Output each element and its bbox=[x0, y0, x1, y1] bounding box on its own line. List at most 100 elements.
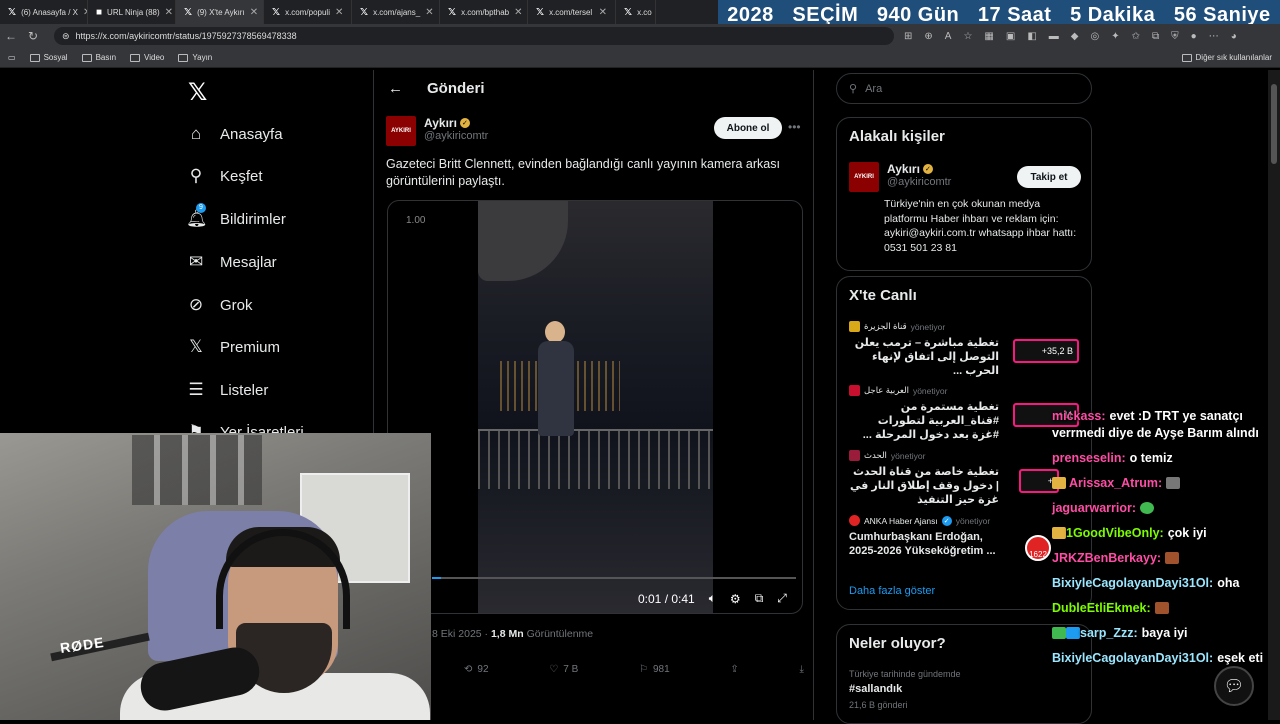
puzzle-icon[interactable]: ✦ bbox=[1111, 31, 1119, 42]
sidebar-item-home[interactable]: ⌂ Anasayfa bbox=[186, 124, 283, 144]
sidebar-item-label: Mesajlar bbox=[220, 253, 277, 271]
other-favorites-label: Diğer sık kullanılanlar bbox=[1195, 53, 1272, 62]
copilot-icon[interactable]: ◕ bbox=[1231, 31, 1237, 42]
close-icon[interactable]: ✕ bbox=[165, 7, 173, 18]
pip-icon[interactable]: ⧉ bbox=[755, 591, 764, 606]
video-time: 0:01 / 0:41 bbox=[638, 591, 695, 606]
close-icon[interactable]: ✕ bbox=[335, 7, 343, 18]
volume-icon[interactable]: 🔈︎ bbox=[709, 591, 716, 606]
chat-message: jaguarwarrior: bbox=[1052, 500, 1267, 517]
bookmark-folder-sosyal[interactable]: Sosyal bbox=[29, 53, 68, 62]
bookmark-button[interactable]: ⚐ 981 bbox=[639, 664, 670, 675]
tab-1[interactable]: ■ URL Ninja (88) ✕ bbox=[88, 0, 176, 24]
extension-icon[interactable]: ◎ bbox=[1090, 31, 1099, 42]
bookmark-folder-yayin[interactable]: Yayın bbox=[178, 53, 212, 62]
related-person[interactable]: AYKIRI Aykırı ✓ @aykiricomtr bbox=[849, 162, 951, 192]
trend-tag[interactable]: #sallandık bbox=[849, 683, 902, 695]
related-name-text: Aykırı bbox=[887, 162, 920, 176]
related-title: Alakalı kişiler bbox=[849, 128, 945, 145]
bookmark-menu-icon[interactable]: ▭ bbox=[8, 53, 16, 62]
reload-icon[interactable]: ↻ bbox=[22, 29, 44, 43]
subscribe-button[interactable]: Abone ol bbox=[714, 117, 782, 139]
shield-icon[interactable]: ⛨ bbox=[1171, 31, 1179, 42]
related-bio: Türkiye'nin en çok okunan medya platform… bbox=[884, 198, 1077, 254]
bookmark-folder-video[interactable]: Video bbox=[130, 53, 164, 62]
video-player[interactable]: 1.00 0:01 / 0:41 🔈︎ ⚙ ⧉ ⤢ bbox=[387, 200, 803, 614]
live-item-title: Cumhurbaşkanı Erdoğan, 2025-2026 Yüksekö… bbox=[849, 531, 996, 557]
tab-5[interactable]: 𝕏x.com/bpthab ✕ bbox=[440, 0, 528, 24]
author-handle[interactable]: @aykiricomtr bbox=[424, 130, 488, 142]
close-icon[interactable]: ✕ bbox=[250, 7, 258, 18]
tab-0[interactable]: 𝕏(6) Anasayfa / X✕ bbox=[0, 0, 88, 24]
playback-speed: 1.00 bbox=[406, 215, 426, 226]
post-text: Gazeteci Britt Clennett, evinden bağland… bbox=[386, 157, 780, 188]
collections-icon[interactable]: ⧉ bbox=[1152, 31, 1159, 42]
emote-icon bbox=[1140, 502, 1155, 515]
video-progress-bar[interactable] bbox=[432, 577, 796, 579]
tab-6[interactable]: 𝕏x.com/tersel ✕ bbox=[528, 0, 616, 24]
share-button[interactable]: ⇪ bbox=[730, 664, 738, 675]
live-viewers-badge[interactable]: +35,2 B bbox=[1013, 339, 1079, 363]
close-icon[interactable]: ✕ bbox=[514, 7, 522, 18]
fullscreen-icon[interactable]: ⤢ bbox=[777, 591, 787, 606]
tab-2[interactable]: 𝕏 (9) X'te Aykırı ✕ bbox=[176, 0, 264, 24]
scrollbar-thumb[interactable] bbox=[1271, 84, 1277, 164]
chat-bubble-icon[interactable]: 💬︎ bbox=[1214, 666, 1254, 706]
avatar[interactable]: AYKIRI bbox=[849, 162, 879, 192]
read-aloud-icon[interactable]: A bbox=[945, 31, 952, 42]
back-icon[interactable]: ← bbox=[0, 29, 22, 43]
mic-brand-logo: RØDE bbox=[59, 633, 106, 657]
site-info-icon[interactable]: ⊜ bbox=[62, 31, 70, 42]
close-icon[interactable]: ✕ bbox=[599, 7, 607, 18]
bookmark-label: Yayın bbox=[192, 53, 213, 62]
extension-icon[interactable]: ▬ bbox=[1049, 31, 1059, 42]
zoom-icon[interactable]: ⊕ bbox=[924, 31, 932, 42]
download-button[interactable]: ⤓ bbox=[800, 664, 804, 675]
live-role: yönetiyor bbox=[910, 321, 946, 332]
tab-4[interactable]: 𝕏x.com/ajans_ ✕ bbox=[352, 0, 440, 24]
related-name[interactable]: Aykırı ✓ bbox=[887, 162, 951, 176]
related-handle[interactable]: @aykiricomtr bbox=[887, 176, 951, 188]
close-icon[interactable]: ✕ bbox=[425, 7, 433, 18]
translate-icon[interactable]: ⊞ bbox=[904, 31, 912, 42]
view-label: Görüntülenme bbox=[526, 628, 594, 640]
extension-icon[interactable]: ◧ bbox=[1027, 31, 1036, 42]
menu-icon[interactable]: ⋯ bbox=[1209, 31, 1219, 42]
extension-icon[interactable]: ▣ bbox=[1006, 31, 1015, 42]
sidebar-item-explore[interactable]: ⚲ Keşfet bbox=[186, 166, 263, 186]
x-logo-icon[interactable]: 𝕏 bbox=[188, 78, 207, 107]
tab-3[interactable]: 𝕏x.com/populi ✕ bbox=[264, 0, 352, 24]
profile-icon[interactable]: ● bbox=[1191, 31, 1197, 42]
other-favorites[interactable]: Diğer sık kullanılanlar bbox=[1181, 53, 1272, 62]
url-field[interactable]: ⊜ https://x.com/aykiricomtr/status/19759… bbox=[54, 27, 894, 45]
more-icon[interactable]: ••• bbox=[788, 120, 801, 134]
back-arrow-icon[interactable]: ← bbox=[388, 80, 403, 97]
sidebar-item-lists[interactable]: ☰ Listeler bbox=[186, 380, 268, 400]
verified-icon: ✓ bbox=[922, 164, 933, 174]
show-more-link[interactable]: Daha fazla göster bbox=[849, 585, 935, 597]
sidebar-item-grok[interactable]: ⊘ Grok bbox=[186, 295, 253, 315]
post-author[interactable]: AYKIRI Aykırı ✓ @aykiricomtr bbox=[386, 116, 488, 146]
avatar[interactable]: AYKIRI bbox=[386, 116, 416, 146]
tab-7[interactable]: 𝕏x.co bbox=[616, 0, 656, 24]
retweet-count: 92 bbox=[477, 664, 489, 675]
extension-icon[interactable]: ◆ bbox=[1071, 31, 1079, 42]
extension-icon[interactable]: ▦ bbox=[984, 31, 993, 42]
scrollbar[interactable] bbox=[1268, 70, 1280, 720]
post-date[interactable]: 8 Eki 2025 bbox=[432, 628, 482, 640]
author-name[interactable]: Aykırı ✓ bbox=[424, 116, 488, 130]
live-viewers-badge[interactable]: 1622 bbox=[1025, 535, 1051, 561]
balcony-railing bbox=[478, 429, 713, 489]
favorites-icon[interactable]: ✩ bbox=[1132, 31, 1140, 42]
like-button[interactable]: ♡ 7 B bbox=[549, 664, 578, 675]
retweet-button[interactable]: ⟲ 92 bbox=[464, 664, 489, 675]
follow-button[interactable]: Takip et bbox=[1017, 166, 1081, 188]
sidebar-item-notifications[interactable]: 🔔︎ 9 Bildirimler bbox=[186, 203, 286, 229]
search-input[interactable]: ⚲ Ara bbox=[836, 73, 1092, 104]
sidebar-item-messages[interactable]: ✉ Mesajlar bbox=[186, 252, 277, 272]
star-icon[interactable]: ☆ bbox=[963, 31, 972, 42]
bookmark-label: Sosyal bbox=[43, 53, 68, 62]
settings-icon[interactable]: ⚙ bbox=[730, 592, 741, 606]
sidebar-item-premium[interactable]: 𝕏 Premium bbox=[186, 337, 280, 357]
bookmark-folder-basin[interactable]: Basın bbox=[81, 53, 116, 62]
